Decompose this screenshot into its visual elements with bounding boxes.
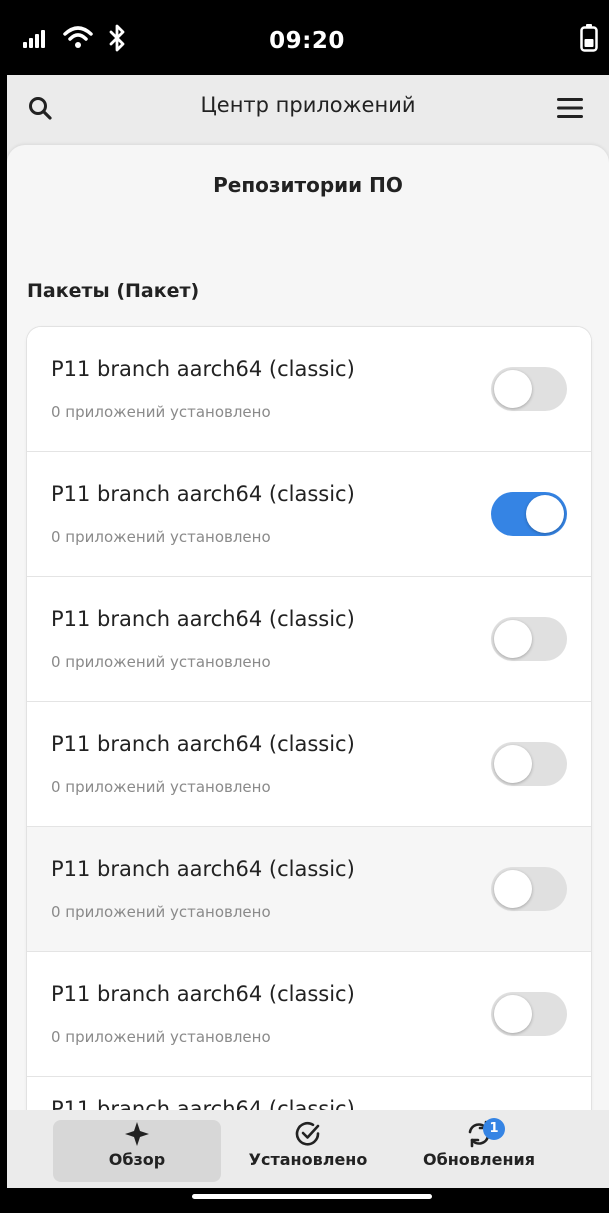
bottom-navigation: Обзор Установлено 1 Обновления [7,1110,609,1188]
repositories-sheet: Репозитории ПО Пакеты (Пакет) P11 branch… [7,145,609,1110]
repository-list: P11 branch aarch64 (classic) 0 приложени… [27,327,591,1110]
signal-icon [23,30,47,52]
repository-toggle[interactable] [491,367,567,411]
home-indicator-area [7,1188,609,1213]
repository-row: P11 branch aarch64 (classic) 0 приложени… [27,452,591,577]
repository-title: P11 branch aarch64 (classic) [51,482,355,506]
updates-badge: 1 [483,1118,505,1140]
repository-subtitle: 0 приложений установлено [51,1028,271,1046]
repository-title: P11 branch aarch64 (classic) [51,732,355,756]
repository-row: P11 branch aarch64 (classic) [27,1077,591,1110]
tab-explore[interactable]: Обзор [53,1120,221,1182]
bluetooth-icon [107,24,127,56]
repository-subtitle: 0 приложений установлено [51,778,271,796]
search-button[interactable] [23,91,57,125]
sheet-title: Репозитории ПО [213,173,403,197]
repository-title: P11 branch aarch64 (classic) [51,357,355,381]
app-frame: 09:20 Центр приложений Репозитории ПО Па… [7,0,609,1213]
explore-icon [125,1122,149,1146]
repository-toggle[interactable] [491,617,567,661]
repository-toggle[interactable] [491,867,567,911]
home-indicator[interactable] [192,1194,432,1199]
app-header: Центр приложений [7,75,609,145]
repository-subtitle: 0 приложений установлено [51,528,271,546]
repository-title: P11 branch aarch64 (classic) [51,607,355,631]
section-title: Пакеты (Пакет) [27,280,200,302]
tab-updates[interactable]: 1 Обновления [403,1118,555,1182]
menu-icon [557,98,583,118]
repository-row: P11 branch aarch64 (classic) 0 приложени… [27,327,591,452]
tab-updates-label: Обновления [422,1150,536,1169]
repository-title: P11 branch aarch64 (classic) [51,982,355,1006]
tab-installed-label: Установлено [248,1150,368,1169]
status-time: 09:20 [269,28,345,54]
repository-toggle[interactable] [491,992,567,1036]
repository-toggle[interactable] [491,492,567,536]
tab-explore-label: Обзор [108,1150,166,1169]
repository-row: P11 branch aarch64 (classic) 0 приложени… [27,827,591,952]
repository-subtitle: 0 приложений установлено [51,653,271,671]
repository-subtitle: 0 приложений установлено [51,903,271,921]
repository-subtitle: 0 приложений установлено [51,403,271,421]
repository-row: P11 branch aarch64 (classic) 0 приложени… [27,952,591,1077]
status-bar: 09:20 [7,0,609,75]
battery-icon [580,24,598,56]
page-title: Центр приложений [200,93,416,117]
search-icon [29,97,52,120]
repository-title: P11 branch aarch64 (classic) [51,1097,355,1110]
repository-toggle[interactable] [491,742,567,786]
check-circle-icon [295,1121,320,1146]
repository-title: P11 branch aarch64 (classic) [51,857,355,881]
repository-row: P11 branch aarch64 (classic) 0 приложени… [27,577,591,702]
repository-row: P11 branch aarch64 (classic) 0 приложени… [27,702,591,827]
menu-button[interactable] [552,91,588,125]
tab-installed[interactable]: Установлено [233,1120,383,1182]
wifi-icon [63,24,93,54]
